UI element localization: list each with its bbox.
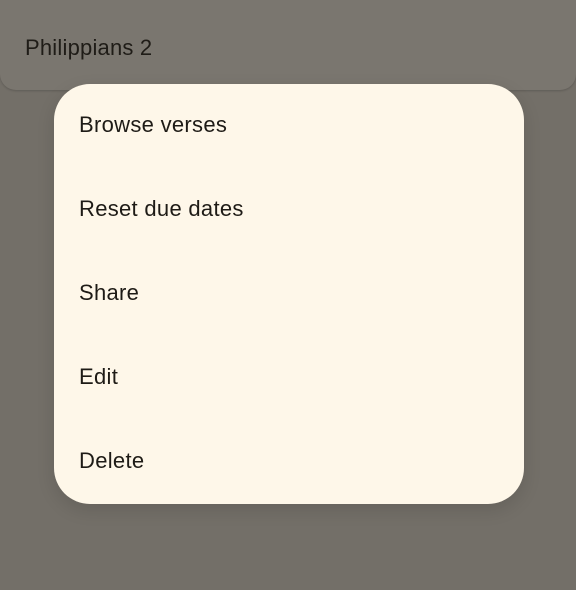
context-menu: Browse verses Reset due dates Share Edit… bbox=[54, 84, 524, 504]
menu-item-edit[interactable]: Edit bbox=[54, 336, 524, 420]
menu-item-label: Browse verses bbox=[79, 112, 228, 137]
passage-title: Philippians 2 bbox=[25, 35, 153, 60]
menu-item-reset-due-dates[interactable]: Reset due dates bbox=[54, 168, 524, 252]
menu-item-label: Share bbox=[79, 280, 140, 305]
menu-item-label: Delete bbox=[79, 448, 145, 473]
menu-item-delete[interactable]: Delete bbox=[54, 420, 524, 504]
menu-item-label: Edit bbox=[79, 364, 119, 389]
menu-item-share[interactable]: Share bbox=[54, 252, 524, 336]
menu-item-browse-verses[interactable]: Browse verses bbox=[54, 84, 524, 168]
passage-card[interactable]: Philippians 2 bbox=[0, 0, 576, 90]
menu-item-label: Reset due dates bbox=[79, 196, 244, 221]
